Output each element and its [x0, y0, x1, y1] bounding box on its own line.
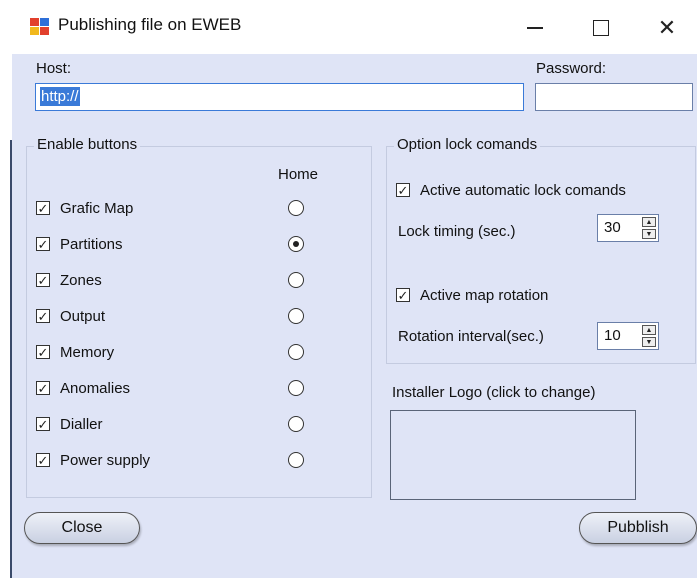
checkbox-map-rotation[interactable]: ✓ Active map rotation [396, 283, 548, 307]
home-radio-dialler[interactable] [288, 416, 304, 432]
checkbox-output[interactable]: ✓ Output [36, 304, 105, 328]
password-label: Password: [536, 60, 607, 77]
home-radio-output[interactable] [288, 308, 304, 324]
home-radio-anomalies[interactable] [288, 380, 304, 396]
title-bar[interactable]: Publishing file on EWEB ✕ [12, 0, 697, 54]
host-input[interactable]: http:// [35, 83, 524, 111]
maximize-icon [593, 20, 609, 36]
checkbox-zones[interactable]: ✓ Zones [36, 268, 102, 292]
checkbox-box[interactable]: ✓ [36, 381, 50, 395]
rotation-interval-label: Rotation interval(sec.) [398, 328, 544, 345]
checkbox-box[interactable]: ✓ [36, 273, 50, 287]
rotation-interval-value: 10 [604, 327, 621, 344]
checkbox-box[interactable]: ✓ [36, 453, 50, 467]
home-radio-memory[interactable] [288, 344, 304, 360]
checkbox-auto-lock[interactable]: ✓ Active automatic lock comands [396, 178, 626, 202]
enable-buttons-legend: Enable buttons [34, 136, 141, 153]
lock-timing-label: Lock timing (sec.) [398, 223, 516, 240]
checkbox-grafic-map[interactable]: ✓ Grafic Map [36, 196, 133, 220]
host-input-value: http:// [40, 87, 80, 106]
spin-up-arrow-icon[interactable]: ▲ [642, 217, 656, 227]
lock-timing-value: 30 [604, 219, 621, 236]
close-button[interactable]: Close [24, 512, 140, 544]
checkbox-label: Partitions [60, 235, 123, 253]
home-column-header: Home [278, 166, 319, 183]
checkbox-box[interactable]: ✓ [396, 288, 410, 302]
checkbox-box[interactable]: ✓ [36, 201, 50, 215]
option-lock-legend: Option lock comands [394, 136, 541, 153]
checkbox-box[interactable]: ✓ [36, 345, 50, 359]
checkbox-label: Zones [60, 271, 102, 289]
checkbox-power-supply[interactable]: ✓ Power supply [36, 448, 150, 472]
lock-timing-spinner[interactable]: 30 ▲ ▼ [597, 214, 659, 242]
checkbox-partitions[interactable]: ✓ Partitions [36, 232, 123, 256]
minimize-icon [527, 27, 543, 29]
rotation-interval-spinner[interactable]: 10 ▲ ▼ [597, 322, 659, 350]
installer-logo-box[interactable] [390, 410, 636, 500]
checkbox-label: Anomalies [60, 379, 131, 397]
checkbox-label: Grafic Map [60, 199, 134, 217]
checkbox-box[interactable]: ✓ [36, 237, 50, 251]
password-input[interactable] [535, 83, 693, 111]
checkbox-memory[interactable]: ✓ Memory [36, 340, 114, 364]
maximize-button[interactable] [578, 8, 624, 48]
spin-down-arrow-icon[interactable]: ▼ [642, 229, 656, 239]
minimize-button[interactable] [512, 8, 558, 48]
checkbox-dialler[interactable]: ✓ Dialler [36, 412, 103, 436]
close-icon: ✕ [657, 15, 677, 40]
window-title: Publishing file on EWEB [58, 15, 242, 34]
checkbox-label: Memory [60, 343, 115, 361]
spin-down-arrow-icon[interactable]: ▼ [642, 337, 656, 347]
home-radio-grafic-map[interactable] [288, 200, 304, 216]
home-radio-partitions[interactable] [288, 236, 304, 252]
dialog-body: Host: http:// Password: Enable buttons H… [12, 54, 697, 578]
spin-up-arrow-icon[interactable]: ▲ [642, 325, 656, 335]
background-window-edge [0, 0, 10, 578]
checkbox-label: Active automatic lock comands [420, 181, 626, 199]
checkbox-label: Power supply [60, 451, 151, 469]
home-radio-zones[interactable] [288, 272, 304, 288]
home-radio-power-supply[interactable] [288, 452, 304, 468]
host-label: Host: [36, 60, 72, 77]
app-icon [30, 18, 50, 36]
checkbox-box[interactable]: ✓ [36, 309, 50, 323]
checkbox-label: Active map rotation [420, 286, 549, 304]
close-window-button[interactable]: ✕ [644, 8, 690, 48]
checkbox-box[interactable]: ✓ [36, 417, 50, 431]
checkbox-anomalies[interactable]: ✓ Anomalies [36, 376, 130, 400]
checkbox-label: Dialler [60, 415, 103, 433]
installer-logo-label: Installer Logo (click to change) [392, 384, 596, 401]
publish-button[interactable]: Pubblish [579, 512, 697, 544]
checkbox-label: Output [60, 307, 106, 325]
checkbox-box[interactable]: ✓ [396, 183, 410, 197]
